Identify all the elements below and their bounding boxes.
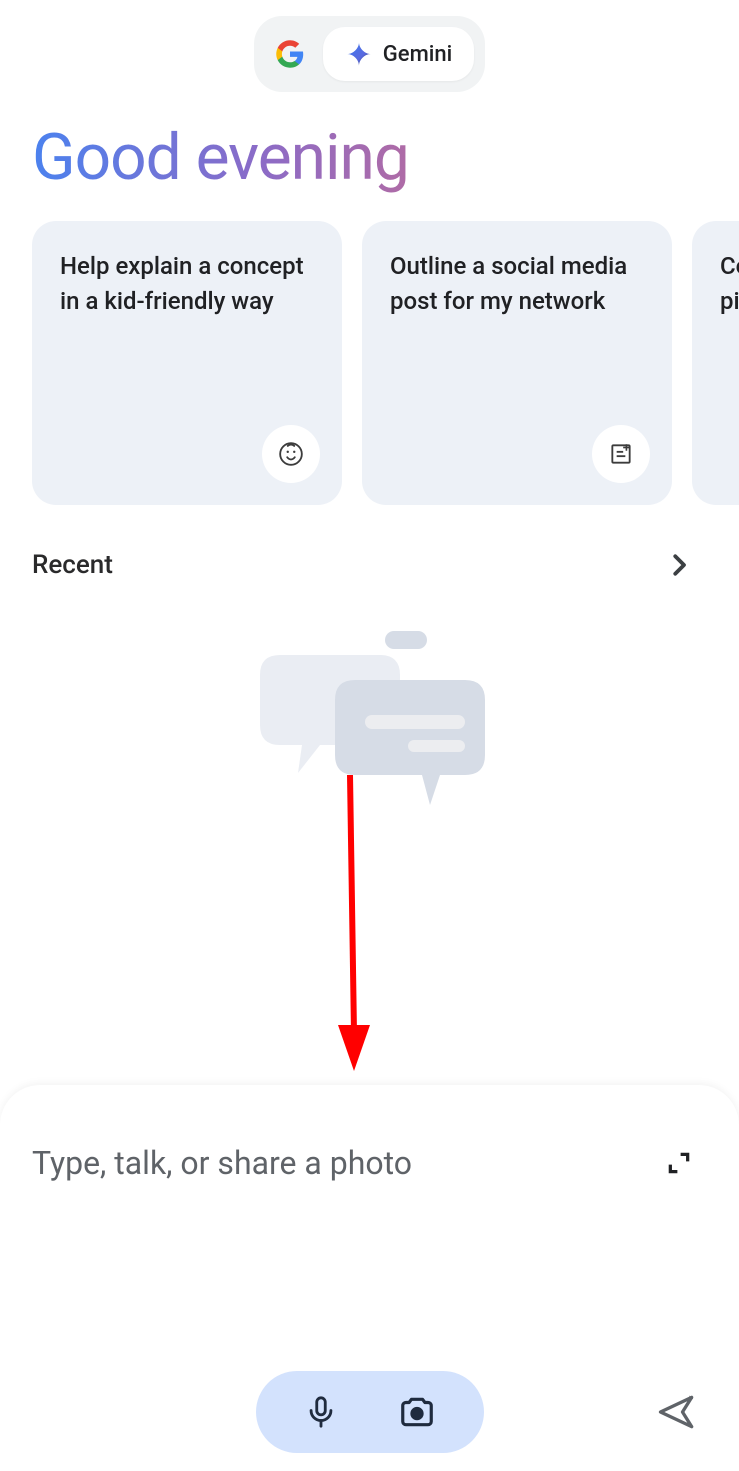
input-row [0, 1085, 739, 1185]
prompt-input[interactable] [32, 1144, 657, 1182]
suggestion-icon-badge [262, 425, 320, 483]
expand-button[interactable] [657, 1141, 701, 1185]
bottom-action-row [0, 1371, 739, 1453]
toggle-pill: Gemini [254, 16, 485, 92]
gemini-mode-button[interactable]: Gemini [323, 27, 474, 81]
suggestion-card-2[interactable]: Outline a social media post for my netwo… [362, 221, 672, 505]
suggestion-text: Compare different pictures [720, 249, 739, 319]
recent-empty-state [0, 585, 739, 825]
mode-toggle: Gemini [0, 0, 739, 92]
suggestion-icon-badge [592, 425, 650, 483]
recent-expand-button[interactable] [659, 545, 699, 585]
recent-header: Recent [0, 505, 739, 585]
google-logo-icon [275, 37, 305, 71]
chat-bubbles-icon [230, 625, 510, 825]
suggestion-card-1[interactable]: Help explain a concept in a kid-friendly… [32, 221, 342, 505]
gemini-label: Gemini [383, 42, 452, 67]
page-plus-icon [608, 441, 634, 467]
expand-icon [666, 1150, 692, 1176]
send-button[interactable] [655, 1390, 699, 1434]
voice-camera-pill [256, 1371, 484, 1453]
gemini-spark-icon [345, 40, 373, 68]
camera-icon [398, 1393, 436, 1431]
suggestion-text: Help explain a concept in a kid-friendly… [60, 249, 314, 319]
recent-label: Recent [32, 550, 113, 580]
chevron-right-icon [664, 550, 694, 580]
microphone-button[interactable] [304, 1395, 338, 1429]
suggestion-card-3[interactable]: Compare different pictures [692, 221, 739, 505]
input-panel [0, 1085, 739, 1471]
smiley-icon [278, 441, 304, 467]
google-mode-button[interactable] [265, 33, 305, 75]
greeting-title: Good evening [0, 92, 739, 213]
send-spark-icon [655, 1390, 699, 1434]
suggestion-text: Outline a social media post for my netwo… [390, 249, 644, 319]
microphone-icon [304, 1395, 338, 1429]
camera-button[interactable] [398, 1393, 436, 1431]
suggestions-row[interactable]: Help explain a concept in a kid-friendly… [0, 213, 739, 505]
